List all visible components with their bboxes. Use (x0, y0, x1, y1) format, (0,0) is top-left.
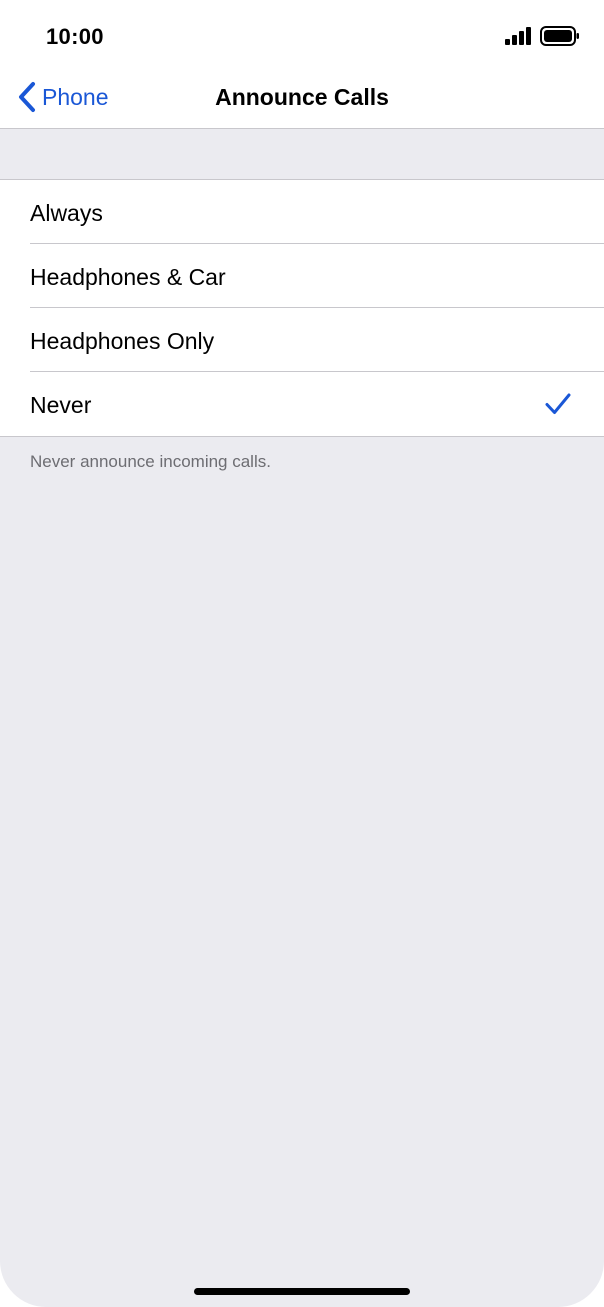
option-headphones-only[interactable]: Headphones Only (0, 308, 604, 372)
footer-description: Never announce incoming calls. (30, 452, 271, 471)
option-headphones-and-car[interactable]: Headphones & Car (0, 244, 604, 308)
notch (138, 0, 466, 48)
option-label: Headphones Only (30, 328, 215, 354)
checkmark-icon (545, 393, 571, 414)
option-label: Always (30, 200, 103, 226)
status-time: 10:00 (46, 24, 104, 49)
announce-calls-screen: 10:00 Phone Announce Calls Always Headph (0, 0, 604, 1307)
option-always[interactable]: Always (0, 180, 604, 244)
option-label: Never (30, 392, 92, 418)
navigation-bar: Phone Announce Calls (0, 64, 604, 129)
home-indicator[interactable] (194, 1288, 410, 1295)
battery-icon (540, 26, 579, 46)
signal-icon (505, 27, 531, 45)
option-label: Headphones & Car (30, 264, 226, 290)
option-never[interactable]: Never (0, 372, 604, 436)
status-bar: 10:00 (0, 0, 604, 64)
page-title: Announce Calls (215, 84, 389, 110)
options-list: Always Headphones & Car Headphones Only … (0, 179, 604, 437)
